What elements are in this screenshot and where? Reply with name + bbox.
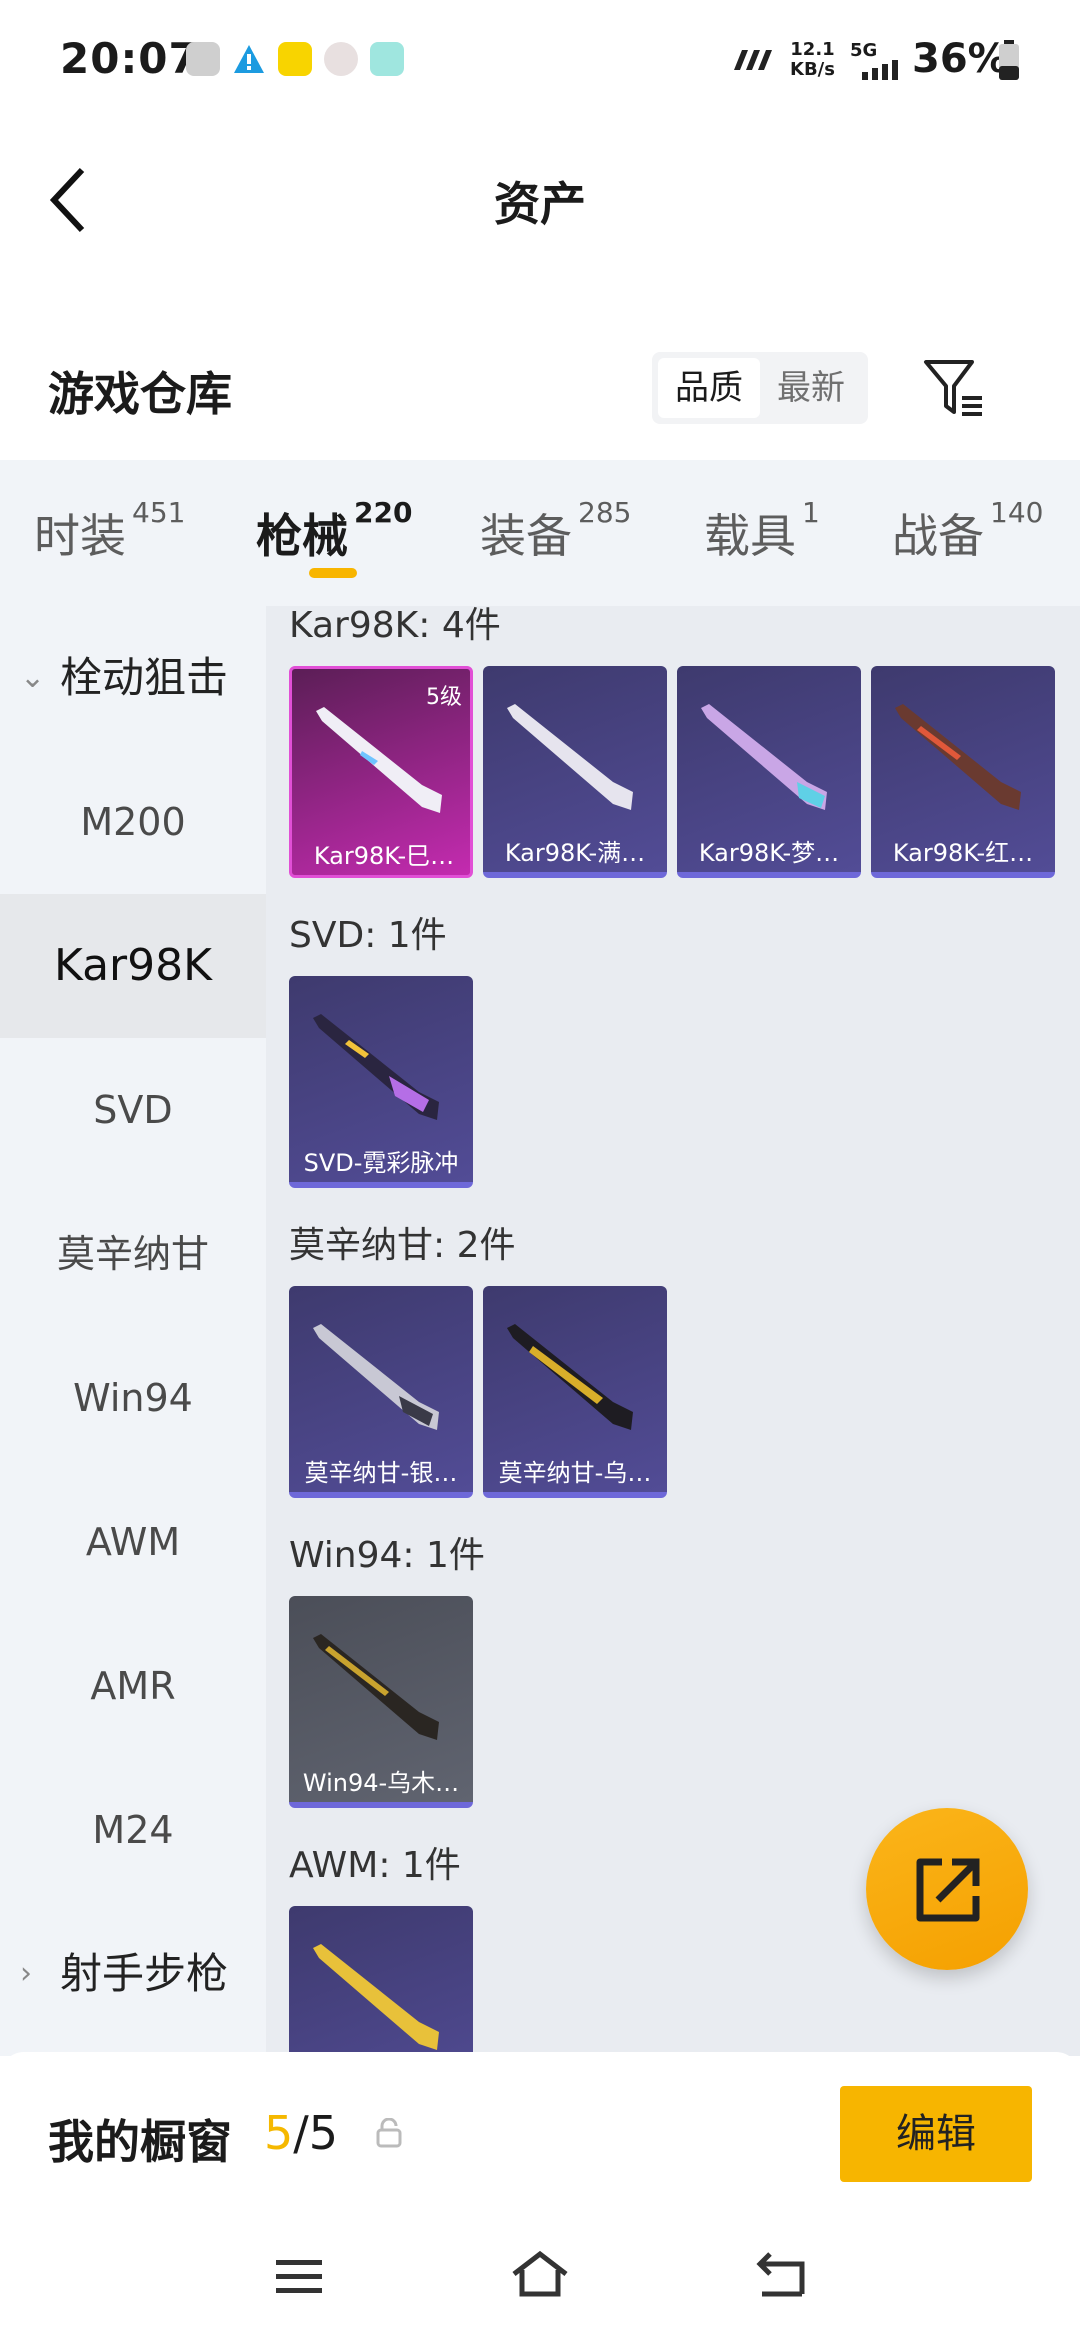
weapon-card[interactable]: 莫辛纳甘-银… bbox=[289, 1286, 473, 1498]
weapon-name: Kar98K-红… bbox=[892, 839, 1034, 867]
section-title-svd: SVD: 1件 bbox=[289, 915, 447, 956]
sidebar-item-svd[interactable]: SVD bbox=[0, 1038, 266, 1182]
chevron-down-icon: ⌄ bbox=[20, 660, 46, 695]
tab-label: 载具 bbox=[704, 509, 796, 563]
weapon-card[interactable] bbox=[289, 1906, 473, 2056]
tab-count: 140 bbox=[990, 496, 1044, 529]
showcase-count: 5/5 bbox=[264, 2106, 338, 2160]
warehouse-title: 游戏仓库 bbox=[48, 367, 232, 421]
rifle-image bbox=[313, 1014, 439, 1120]
app-notification-icon bbox=[278, 42, 312, 76]
rifle-image bbox=[313, 1634, 439, 1740]
page-title: 资产 bbox=[494, 177, 586, 231]
net-speed-unit: KB/s bbox=[790, 59, 835, 80]
sidebar-group-label: 射手步枪 bbox=[60, 1949, 229, 1998]
weapon-name: SVD-霓彩脉冲 bbox=[303, 1149, 459, 1177]
menu-icon[interactable] bbox=[274, 2256, 324, 2300]
battery-percent: 36% bbox=[912, 36, 1008, 82]
tab-label: 枪械 bbox=[256, 509, 348, 563]
weapon-card[interactable]: Kar98K-红… bbox=[871, 666, 1055, 878]
rifle-image bbox=[507, 1324, 633, 1430]
system-nav-bar bbox=[0, 2220, 1080, 2344]
weapon-card[interactable]: Win94-乌木… bbox=[289, 1596, 473, 1808]
rifle-image bbox=[313, 1944, 439, 2050]
filter-icon[interactable] bbox=[922, 356, 984, 420]
tab-count: 285 bbox=[578, 496, 632, 529]
hd-icon bbox=[728, 48, 774, 76]
weapon-name: Kar98K-梦… bbox=[698, 839, 840, 867]
chat-notification-icon bbox=[370, 42, 404, 76]
back-nav-icon[interactable] bbox=[752, 2250, 808, 2302]
sidebar-item-awm[interactable]: AWM bbox=[0, 1470, 266, 1614]
sidebar-item-m24[interactable]: M24 bbox=[0, 1758, 266, 1902]
net-speed-value: 12.1 bbox=[790, 39, 835, 60]
unlock-icon bbox=[376, 2117, 402, 2148]
showcase-label: 我的橱窗 bbox=[48, 2115, 232, 2169]
share-button[interactable] bbox=[866, 1808, 1028, 1970]
settings-notification-icon bbox=[186, 42, 220, 76]
net-speed: 12.1 KB/s bbox=[790, 40, 835, 80]
section-title-awm: AWM: 1件 bbox=[289, 1845, 461, 1886]
share-icon bbox=[916, 1858, 980, 1922]
signal-icon bbox=[860, 58, 904, 84]
tab-label: 装备 bbox=[480, 509, 572, 563]
weapon-card[interactable]: SVD-霓彩脉冲 bbox=[289, 976, 473, 1188]
sidebar-group-bolt-action[interactable]: ⌄ 栓动狙击 bbox=[0, 606, 266, 750]
tab-fashion[interactable]: 时装 451 bbox=[34, 496, 185, 566]
sidebar-item-kar98k[interactable]: Kar98K bbox=[0, 894, 266, 1038]
tab-count: 1 bbox=[802, 496, 820, 529]
category-tabs: 时装 451 枪械 220 装备 285 载具 1 战备 140 bbox=[0, 460, 1080, 606]
sort-newest-button[interactable]: 最新 bbox=[760, 358, 862, 418]
tab-vehicles[interactable]: 载具 1 bbox=[704, 496, 820, 566]
showcase-current: 5 bbox=[264, 2106, 294, 2160]
sidebar-item-m200[interactable]: M200 bbox=[0, 750, 266, 894]
tab-count: 220 bbox=[354, 496, 413, 529]
avatar-notification-icon bbox=[324, 42, 358, 76]
weapon-name: Kar98K-满… bbox=[504, 839, 646, 867]
weapon-name: Win94-乌木… bbox=[302, 1769, 460, 1797]
weapon-card[interactable]: Kar98K-梦… bbox=[677, 666, 861, 878]
weapon-name: 莫辛纳甘-乌… bbox=[498, 1459, 652, 1487]
edit-button[interactable]: 编辑 bbox=[840, 2086, 1032, 2182]
active-tab-indicator bbox=[309, 568, 357, 578]
sort-quality-button[interactable]: 品质 bbox=[658, 358, 760, 418]
weapon-name: Kar98K-巳… bbox=[313, 842, 455, 870]
showcase-total: 5 bbox=[308, 2106, 339, 2160]
sidebar-group-label: 栓动狙击 bbox=[60, 653, 229, 702]
sidebar-group-marksman[interactable]: › 射手步枪 bbox=[0, 1902, 266, 2046]
weapon-card[interactable]: Kar98K-满… bbox=[483, 666, 667, 878]
sort-toggle: 品质 最新 bbox=[652, 352, 868, 424]
tab-supplies[interactable]: 战备 140 bbox=[892, 496, 1043, 566]
sidebar-item-win94[interactable]: Win94 bbox=[0, 1326, 266, 1470]
status-time: 20:07 bbox=[60, 34, 199, 83]
showcase-separator: / bbox=[293, 2106, 309, 2160]
chevron-right-icon: › bbox=[20, 1956, 32, 1991]
weapon-card[interactable]: 莫辛纳甘-乌… bbox=[483, 1286, 667, 1498]
tab-label: 战备 bbox=[892, 509, 984, 563]
rifle-image bbox=[701, 704, 827, 810]
weapon-type-sidebar: ⌄ 栓动狙击 M200 Kar98K SVD 莫辛纳甘 Win94 AWM AM… bbox=[0, 606, 266, 2056]
tab-label: 时装 bbox=[34, 509, 126, 563]
battery-icon bbox=[998, 40, 1020, 84]
rifle-image bbox=[313, 1324, 439, 1430]
rifle-image bbox=[507, 704, 633, 810]
section-title-mosin: 莫辛纳甘: 2件 bbox=[289, 1225, 516, 1266]
tab-guns[interactable]: 枪械 220 bbox=[256, 496, 412, 566]
home-icon[interactable] bbox=[510, 2250, 570, 2302]
rifle-image bbox=[316, 707, 442, 813]
rifle-image bbox=[895, 704, 1021, 810]
section-title-win94: Win94: 1件 bbox=[289, 1535, 485, 1576]
section-title-kar98k: Kar98K: 4件 bbox=[289, 606, 501, 646]
tab-equipment[interactable]: 装备 285 bbox=[480, 496, 631, 566]
sidebar-item-amr[interactable]: AMR bbox=[0, 1614, 266, 1758]
weapon-name: 莫辛纳甘-银… bbox=[304, 1459, 458, 1487]
weapon-card[interactable]: 5级 Kar98K-巳… bbox=[289, 666, 473, 878]
status-bar: 20:07 12.1 KB/s 5G 36% bbox=[0, 0, 1080, 120]
tab-count: 451 bbox=[132, 496, 186, 529]
warning-notification-icon bbox=[232, 42, 266, 76]
sidebar-item-mosin[interactable]: 莫辛纳甘 bbox=[0, 1182, 266, 1326]
